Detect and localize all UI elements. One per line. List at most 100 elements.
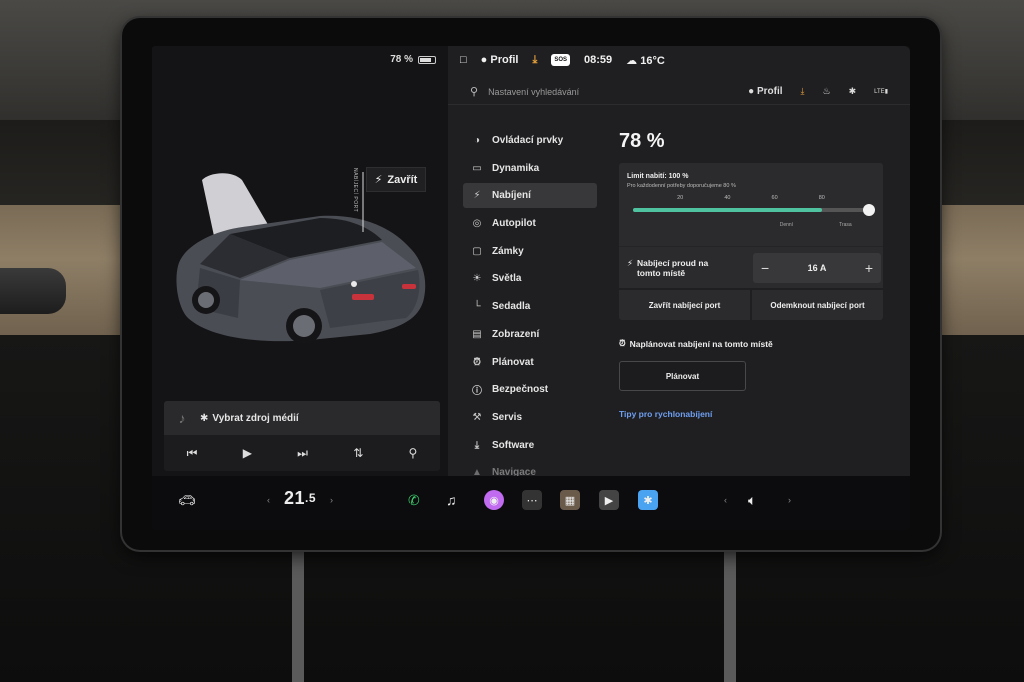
nav-item-label: Servis [492,411,523,423]
nav-item-7[interactable]: ▤ Zobrazení [463,322,597,347]
previous-track-icon[interactable]: ⏮︎ [187,446,198,461]
volume-icon[interactable]: 🔈︎ [748,488,756,512]
search-icon[interactable]: ⚲ [409,446,418,460]
volume-down-chevron[interactable]: ‹ [724,488,727,512]
unlock-charge-port-button[interactable]: Odemknout nabíjecí port [752,290,883,320]
nav-item-label: Nabíjení [492,190,531,202]
charging-settings: 78 % Limit nabití: 100 % Pro každodenní … [619,130,885,419]
alarm-clock-icon: ⏰︎ [619,338,626,348]
slider-tick-label: 80 [818,195,825,201]
decrease-current-button[interactable]: − [761,260,769,276]
media-player: ♪ ✱ Vybrat zdroj médií ⏮︎ ▶︎ ⏭︎ ⇅ ⚲ [164,401,440,471]
plug-icon: ⚡︎ [627,257,633,268]
music-note-icon: ♪ [178,410,186,426]
theater-icon[interactable]: ▶︎ [599,488,619,512]
charge-limit-slider[interactable] [633,204,875,216]
steering-wheel-icon: ◎ [472,218,482,230]
charge-limit-title: Limit nabití: 100 % [627,173,689,180]
charging-card: Limit nabití: 100 % Pro každodenní potře… [619,163,883,320]
nav-item-5[interactable]: ☀︎ Světla [463,266,597,291]
car-icon[interactable]: 🚗︎ [178,488,196,512]
toggle-icon: ◑ [473,135,481,146]
close-button-label: Zavřít [387,173,418,186]
nav-item-label: Plánovat [492,356,534,368]
schedule-button[interactable]: Plánovat [619,361,746,391]
cabin-temperature[interactable]: 21.5 [284,486,316,510]
sun-icon: ☀︎ [472,273,482,285]
nav-item-2[interactable]: ⚡︎ Nabíjení [463,183,597,209]
slider-zone-label: Trasa [839,222,852,228]
charge-current-stepper: − 16 A + [753,252,881,283]
nav-item-label: Zámky [492,245,524,257]
bluetooth-icon: ✱ [200,412,209,424]
nav-item-8[interactable]: ⏰︎ Plánovat [463,350,597,375]
nav-item-label: Dynamika [492,162,540,174]
bluetooth-app-icon[interactable]: ✱ [638,488,658,512]
nav-item-4[interactable]: ▢ Zámky [463,239,597,264]
schedule-charging-title: ⏰︎ Naplánovat nabíjení na tomto místě [619,338,885,349]
nav-item-3[interactable]: ◎ Autopilot [463,211,597,236]
settings-panel: □ ● Profil ⤓ SOS 08:59 ☁ 16°C ⚲ Nastaven… [448,46,910,478]
software-update-icon[interactable]: ⤓ [801,86,805,97]
nav-item-11[interactable]: ⤓ Software [463,433,597,458]
charge-port-buttons: Zavřít nabíjecí port Odemknout nabíjecí … [619,288,883,320]
steering-stalk [0,268,66,314]
nav-item-0[interactable]: ◑ Ovládací prvky [463,128,597,153]
battery-fill [420,57,431,62]
nav-item-label: Autopilot [492,218,536,230]
toybox-icon[interactable]: ▦ [560,488,580,512]
touchscreen: 78 % NABÍJECÍ PORT ⚡︎ Zavřít ♪ ✱ Vybrat … [152,46,910,530]
current-label-line2: tomto místě [636,267,686,278]
temperature-decimal: .5 [305,491,317,505]
sos-badge[interactable]: SOS [551,54,571,66]
charge-limit-thumb[interactable] [863,204,875,216]
charge-current-value: 16 A [807,262,827,273]
media-source-selector[interactable]: ✱ Vybrat zdroj médií [200,413,299,424]
schedule-title-text: Naplánovat nabíjení na tomto místě [629,338,773,349]
download-icon: ⤓ [474,439,480,451]
info-circle-icon: ⓘ [472,386,482,398]
nav-item-label: Ovládací prvky [492,135,564,146]
notification-bell-icon[interactable]: ♨ [823,86,831,97]
volume-up-chevron[interactable]: › [788,488,791,512]
nav-item-label: Světla [492,273,522,285]
battery-icon [418,55,436,64]
close-charge-port-button[interactable]: ⚡︎ Zavřít [366,167,426,192]
camera-icon[interactable]: ◉ [484,488,504,512]
media-source-row[interactable]: ♪ ✱ Vybrat zdroj médií [164,401,440,435]
temp-increase-chevron[interactable]: › [330,488,333,512]
download-icon[interactable]: ⤓ [532,54,537,67]
phone-icon[interactable]: ✆ [408,488,420,512]
current-label-line1: Nabíjecí proud na [636,257,709,268]
clock: 08:59 [584,54,613,66]
car-icon: ▭ [472,162,482,174]
settings-search-bar[interactable]: ⚲ Nastavení vyhledávání ● Profil ⤓ ♨ ✱ L… [448,79,910,105]
charge-limit-zones: Denní Trasa [633,222,869,230]
nav-item-9[interactable]: ⓘ Bezpečnost [463,377,597,402]
car-model-image[interactable] [170,168,432,358]
bluetooth-icon[interactable]: ✱ [849,86,857,97]
display-mount-left [292,548,304,682]
top-icons: ● Profil ⤓ ♨ ✱ LTE▮ [748,86,888,97]
profile-status[interactable]: ● Profil [481,54,519,66]
charge-limit-ticks: 20 40 60 80 [633,195,869,203]
nav-item-6[interactable]: └ Sedadla [463,294,597,319]
equalizer-icon[interactable]: ⇅ [353,446,363,460]
battery-indicator: 78 % [390,54,436,65]
more-apps-icon[interactable]: ⋯ [522,488,542,512]
search-input[interactable]: Nastavení vyhledávání [488,87,748,97]
close-charge-port-button[interactable]: Zavřít nabíjecí port [619,290,752,320]
play-icon[interactable]: ▶︎ [243,446,252,460]
profile-button[interactable]: ● Profil [748,86,782,97]
nav-item-label: Sedadla [492,301,531,313]
next-track-icon[interactable]: ⏭︎ [297,446,308,461]
lock-icon[interactable]: □ [460,54,467,66]
nav-item-10[interactable]: ⚒︎ Servis [463,405,597,430]
music-icon[interactable]: ♫ [446,488,457,512]
fast-charging-tips-link[interactable]: Tipy pro rychlonabíjení [619,409,885,419]
status-bar: □ ● Profil ⤓ SOS 08:59 ☁ 16°C [448,46,910,74]
temp-decrease-chevron[interactable]: ‹ [267,488,270,512]
increase-current-button[interactable]: + [865,260,873,276]
nav-item-label: Software [492,439,535,451]
nav-item-1[interactable]: ▭ Dynamika [463,156,597,181]
